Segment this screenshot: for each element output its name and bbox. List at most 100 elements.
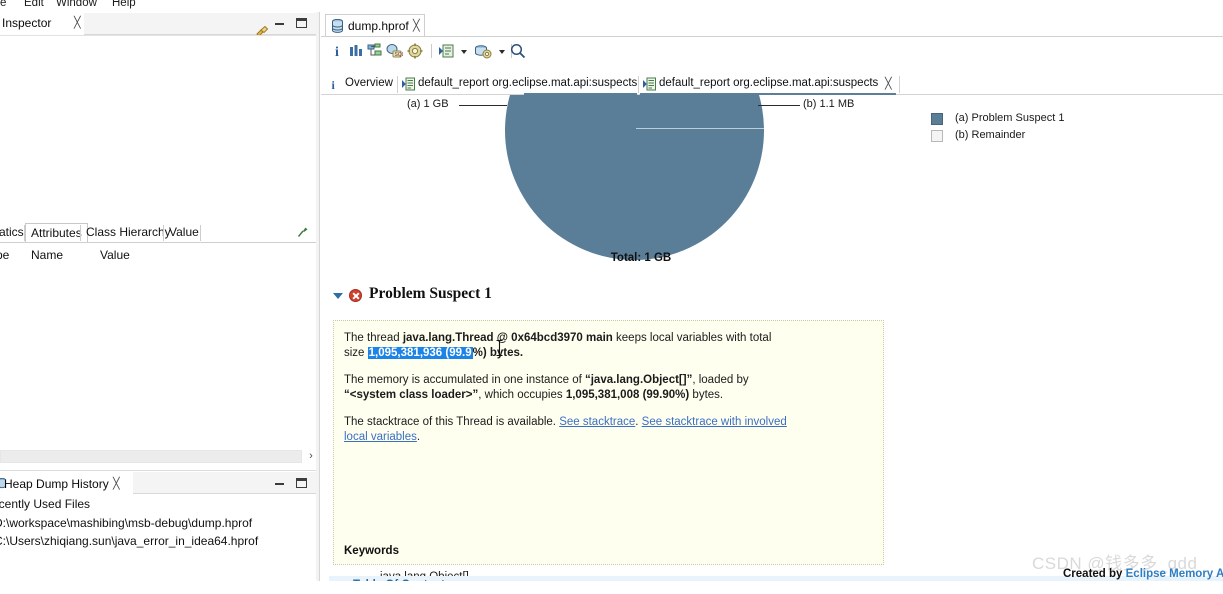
inspector-detail-tabs: atics Attributes Class Hierarchy Value: [0, 223, 320, 243]
scrollbar-track[interactable]: [0, 450, 302, 463]
svg-text:i: i: [335, 45, 339, 60]
tab-default-report-2[interactable]: default_report org.eclipse.mat.api:suspe…: [640, 74, 896, 95]
pie-label-a: (a) 1 GB: [407, 98, 449, 110]
p1-text-c: keeps local variables with total: [612, 332, 772, 344]
detail-paragraph-2: The memory is accumulated in one instanc…: [344, 373, 869, 403]
menu-item-help[interactable]: Help: [112, 0, 136, 9]
p3-text-a: The stacktrace of this Thread is availab…: [344, 416, 560, 428]
close-icon[interactable]: ╳: [113, 477, 120, 490]
menu-item-window[interactable]: Window: [56, 0, 97, 9]
tab-divider: [397, 76, 398, 93]
editor-tab-label: dump.hprof: [348, 19, 409, 33]
toolbar-divider: [431, 44, 432, 58]
minimize-view-button[interactable]: [274, 18, 287, 29]
p2-text-c: , loaded by: [692, 374, 749, 386]
occupied-size: 1,095,381,008 (99.90%): [565, 389, 690, 401]
report-footer-credit: Created by Eclipse Memory Ana: [1063, 568, 1223, 580]
collapse-caret-icon[interactable]: [333, 293, 343, 299]
tab-value[interactable]: Value: [164, 223, 204, 243]
p3-text-c: .: [416, 431, 421, 443]
pie-total-label: Total: 1 GB: [610, 252, 672, 264]
heap-dump-history-label: Heap Dump History: [4, 477, 109, 491]
chevron-down-icon[interactable]: [461, 50, 467, 54]
editor-area: dump.hprof ╳ i SQ i Overview default_rep…: [321, 12, 1223, 581]
mat-toolbar: i SQL: [321, 37, 1223, 63]
heap-dump-history-toolbar: [133, 472, 320, 494]
tab-overview[interactable]: i Overview: [325, 74, 397, 95]
oql-icon[interactable]: SQL: [385, 42, 405, 60]
column-value[interactable]: Value: [100, 248, 130, 262]
heap-dump-history-view: Heap Dump History ╳ ecently Used Files D…: [0, 470, 320, 594]
list-item[interactable]: D:\workspace\mashibing\msb-debug\dump.hp…: [0, 516, 252, 530]
problem-suspect-detail-box: The thread java.lang.Thread @ 0x64bcd397…: [333, 320, 884, 581]
left-view-stack: Inspector ╳ atics Attributes Class Hiera…: [0, 12, 320, 594]
attribute-table-header: pe Name Value: [0, 246, 320, 264]
maximize-view-button-2[interactable]: [296, 478, 309, 489]
see-stacktrace-link[interactable]: See stacktrace: [559, 416, 635, 428]
svg-text:i: i: [332, 78, 336, 91]
column-name[interactable]: Name: [31, 248, 63, 262]
close-icon[interactable]: ╳: [74, 16, 81, 29]
tab-divider: [200, 225, 201, 241]
thread-name: java.lang.Thread @ 0x64bcd3970 main: [402, 332, 613, 344]
column-type[interactable]: pe: [0, 248, 9, 262]
p1-text-a: The thread: [344, 332, 403, 344]
report-icon: [643, 77, 656, 94]
leader-line-a: [459, 105, 507, 106]
pie-slice-b: [636, 128, 764, 129]
search-icon[interactable]: [509, 42, 527, 60]
see-stacktrace-locals-link[interactable]: See stacktrace with involved: [642, 416, 787, 428]
minimize-view-button-2[interactable]: [274, 478, 287, 489]
selected-size-value[interactable]: 1,095,381,936 (99.9: [367, 347, 473, 359]
close-icon[interactable]: ╳: [885, 77, 892, 90]
menu-item-file[interactable]: e: [0, 0, 6, 9]
detail-paragraph-1: The thread java.lang.Thread @ 0x64bcd397…: [344, 331, 869, 361]
tab-overview-label: Overview: [345, 77, 393, 89]
menu-bar: e Edit Window Help: [0, 0, 320, 12]
tabs-underline: [0, 242, 320, 243]
p2-text-g: bytes.: [689, 389, 724, 401]
attribute-table-body: [0, 264, 320, 450]
run-report-icon[interactable]: [438, 42, 456, 60]
editor-tab-dump-hprof[interactable]: dump.hprof ╳: [325, 14, 425, 36]
menu-item-edit[interactable]: Edit: [24, 0, 44, 9]
query-browser-icon[interactable]: [474, 42, 492, 60]
error-icon: [349, 289, 362, 302]
see-stacktrace-locals-link-2[interactable]: local variables: [344, 431, 417, 443]
pin-icon[interactable]: [296, 226, 309, 239]
report-content: (a) 1 GB (b) 1.1 MB Total: 1 GB (a) Prob…: [321, 95, 1223, 581]
p1-text-d: size: [344, 347, 368, 359]
detail-paragraph-3: The stacktrace of this Thread is availab…: [344, 415, 871, 445]
pie-label-b: (b) 1.1 MB: [803, 98, 855, 110]
info-icon[interactable]: i: [328, 42, 346, 60]
chevron-down-icon-2[interactable]: [499, 50, 505, 54]
text-cursor-icon: [496, 339, 503, 357]
accumulating-class: “java.lang.Object[]”: [584, 374, 693, 386]
legend-label-a: (a) Problem Suspect 1: [955, 112, 1065, 124]
report-icon: [402, 77, 415, 94]
tab-default-report-2-label: default_report org.eclipse.mat.api:suspe…: [659, 77, 879, 89]
horizontal-scrollbar[interactable]: ›: [0, 449, 320, 465]
page-title: Problem Suspect 1: [369, 285, 492, 302]
leader-line-b: [758, 105, 800, 106]
histogram-icon[interactable]: [347, 42, 365, 60]
tab-class-hierarchy[interactable]: Class Hierarchy: [81, 223, 176, 243]
close-icon[interactable]: ╳: [413, 19, 420, 32]
footer-created-by: Created by: [1063, 568, 1126, 580]
legend-label-b: (b) Remainder: [955, 129, 1026, 141]
info-icon: i: [329, 77, 339, 94]
list-item[interactable]: C:\Users\zhiqiang.sun\java_error_in_idea…: [0, 534, 258, 548]
tab-default-report-1-label: default_report org.eclipse.mat.api:suspe…: [418, 77, 638, 89]
class-loader: “<system class loader>”: [344, 389, 479, 401]
report-tab-strip: i Overview default_report org.eclipse.ma…: [321, 74, 1223, 95]
maximize-view-button[interactable]: [296, 18, 309, 29]
pie-slice-a: [505, 95, 764, 260]
settings-icon[interactable]: [406, 42, 424, 60]
inspector-view-header: Inspector ╳: [0, 12, 320, 40]
p2-text-a: The memory is accumulated in one instanc…: [344, 374, 585, 386]
tab-default-report-1[interactable]: default_report org.eclipse.mat.api:suspe…: [399, 74, 638, 95]
inspector-view-body: [0, 35, 320, 222]
tab-attributes[interactable]: Attributes: [25, 223, 88, 243]
view-tab-inspector[interactable]: Inspector ╳: [0, 12, 81, 36]
dominator-tree-icon[interactable]: [366, 42, 384, 60]
